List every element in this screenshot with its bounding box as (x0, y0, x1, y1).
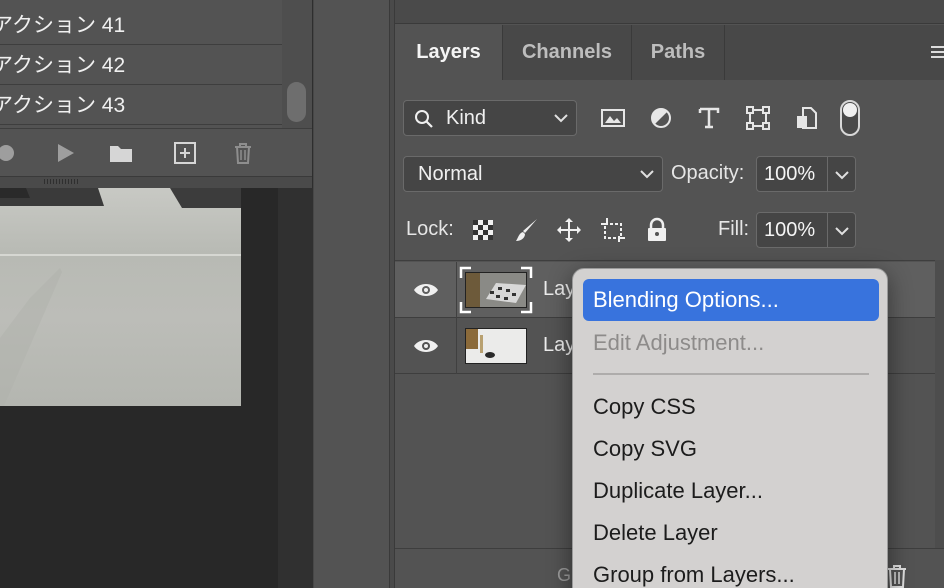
panel-menu-icon[interactable] (929, 44, 944, 60)
lock-position-icon[interactable] (555, 216, 583, 244)
action-label: アクション 41 (0, 14, 126, 37)
chevron-down-icon (554, 114, 568, 123)
blend-mode-value: Normal (418, 163, 483, 185)
smart-object-selection-corners-icon (459, 266, 533, 314)
new-action-icon[interactable] (171, 139, 199, 167)
type-filter-icon[interactable] (695, 104, 723, 132)
opacity-label: Opacity: (671, 162, 745, 184)
trash-icon[interactable] (229, 139, 257, 167)
chevron-down-icon (835, 171, 849, 180)
grip-handle-icon[interactable] (44, 179, 80, 184)
smart-object-filter-icon[interactable] (793, 104, 821, 132)
action-row-43[interactable]: アクション 43 (0, 86, 282, 125)
lock-pixels-icon[interactable] (513, 216, 541, 244)
menu-item-group-from-layers[interactable]: Group from Layers... (583, 554, 879, 588)
visibility-eye-icon[interactable] (412, 280, 440, 300)
panel-resize-strip[interactable] (0, 176, 312, 188)
toggle-knob (843, 103, 857, 117)
chevron-down-icon (640, 170, 654, 179)
actions-panel: アクション 41 アクション 42 アクション 43 (0, 0, 313, 188)
actions-scrollbar-thumb[interactable] (287, 82, 306, 122)
image-filter-icon[interactable] (599, 104, 627, 132)
opacity-dropdown-button[interactable] (828, 156, 856, 192)
canvas-photo-content (0, 188, 241, 406)
menu-item-copy-css[interactable]: Copy CSS (583, 386, 879, 428)
action-label: アクション 43 (0, 94, 126, 117)
layer-thumbnail[interactable] (465, 328, 527, 364)
dock-gap (313, 0, 390, 588)
tab-layers[interactable]: Layers (395, 25, 503, 80)
layer-thumbnail-image (466, 329, 526, 363)
new-set-folder-icon[interactable] (107, 139, 135, 167)
delete-layer-trash-icon[interactable] (885, 561, 909, 588)
search-icon (415, 110, 433, 128)
filter-toggle-switch[interactable] (840, 100, 860, 136)
lock-label: Lock: (406, 218, 454, 240)
chevron-down-icon (835, 227, 849, 236)
shape-filter-icon[interactable] (744, 104, 772, 132)
adjustment-filter-icon[interactable] (647, 104, 675, 132)
footer-partial-label: G (557, 565, 572, 585)
layer-name[interactable]: Lay (543, 334, 575, 357)
menu-item-copy-svg[interactable]: Copy SVG (583, 428, 879, 470)
lock-all-icon[interactable] (643, 216, 671, 244)
tab-bar-filler (725, 25, 944, 80)
layers-list-top-border (395, 260, 944, 261)
menu-item-edit-adjustment: Edit Adjustment... (593, 330, 765, 355)
action-row-42[interactable]: アクション 42 (0, 46, 282, 85)
opacity-input[interactable]: 100% (756, 156, 828, 192)
tab-channels[interactable]: Channels (503, 25, 632, 80)
fill-input[interactable]: 100% (756, 212, 828, 248)
menu-item-blending-options[interactable]: Blending Options... (583, 279, 879, 321)
row-divider (456, 318, 457, 374)
action-row-41[interactable]: アクション 41 (0, 6, 282, 45)
filter-kind-label: Kind (446, 107, 487, 129)
document-canvas[interactable] (0, 188, 278, 588)
tab-paths[interactable]: Paths (632, 25, 725, 80)
fill-label: Fill: (718, 218, 750, 240)
filter-kind-select[interactable]: Kind (403, 100, 577, 136)
panel-top-strip (395, 0, 944, 24)
canvas-scroll-area (278, 188, 313, 588)
layer-context-menu: Blending Options... Edit Adjustment... C… (572, 268, 888, 588)
stop-icon[interactable] (0, 139, 20, 167)
lock-transparency-icon[interactable] (469, 216, 497, 244)
layer-name[interactable]: Lay (543, 278, 575, 301)
play-icon[interactable] (51, 139, 79, 167)
menu-item-duplicate-layer[interactable]: Duplicate Layer... (583, 470, 879, 512)
menu-separator (593, 373, 869, 375)
actions-toolbar (0, 128, 312, 176)
row-divider (456, 262, 457, 318)
fill-dropdown-button[interactable] (828, 212, 856, 248)
canvas-image (0, 188, 241, 406)
layers-list-scrollbar[interactable] (935, 260, 944, 548)
blend-mode-select[interactable]: Normal (403, 156, 663, 192)
lock-artboard-icon[interactable] (599, 216, 627, 244)
action-label: アクション 42 (0, 54, 126, 77)
visibility-eye-icon[interactable] (412, 336, 440, 356)
menu-item-delete-layer[interactable]: Delete Layer (583, 512, 879, 554)
